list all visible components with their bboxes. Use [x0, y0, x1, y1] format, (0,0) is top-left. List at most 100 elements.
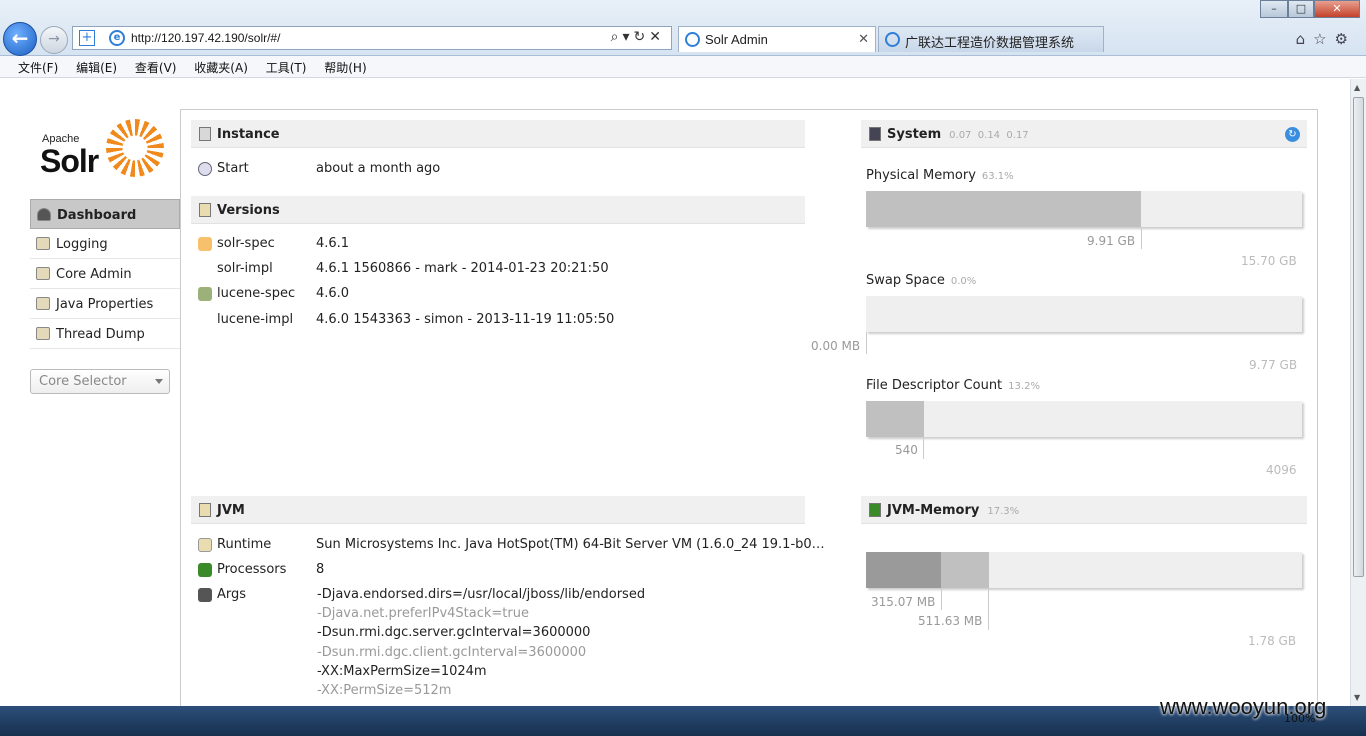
jvm-memory-max: 1.78 GB	[1248, 634, 1297, 648]
file-descriptor-tick	[923, 437, 924, 459]
swap-space-title: Swap Space 0.0%	[866, 273, 977, 288]
refresh-icon[interactable]: ↻	[1285, 127, 1300, 142]
url-text[interactable]: http://120.197.42.190/solr/#/	[131, 31, 280, 45]
file-descriptor-used: 540	[895, 443, 918, 457]
jvm-memory-committed-tick	[988, 588, 989, 630]
memory-chip-icon	[869, 503, 881, 517]
jvm-runtime-row: Runtime Sun Microsystems Inc. Java HotSp…	[191, 537, 825, 555]
jvm-icon	[199, 503, 211, 517]
instance-start-row: Start about a month ago	[191, 161, 805, 179]
java-properties-icon	[36, 297, 50, 310]
swap-space-used: 0.00 MB	[811, 339, 861, 353]
version-row: lucene-spec 4.6.0	[191, 286, 805, 304]
version-value: 4.6.0	[316, 286, 350, 301]
core-admin-icon	[36, 267, 50, 280]
maximize-button[interactable]: □	[1288, 0, 1314, 18]
sidebar-item-thread-dump[interactable]: Thread Dump	[30, 319, 180, 349]
version-row: solr-impl 4.6.1 1560866 - mark - 2014-01…	[191, 261, 805, 279]
version-label: lucene-spec	[217, 286, 296, 301]
tab-guanglianda[interactable]: 广联达工程造价数据管理系统	[878, 26, 1104, 52]
jvm-processors-row: Processors 8	[191, 562, 805, 580]
tab-solr-admin[interactable]: Solr Admin ✕	[678, 26, 876, 52]
jvm-arg: -Djava.endorsed.dirs=/usr/local/jboss/li…	[317, 587, 646, 602]
sidebar-item-java-properties[interactable]: Java Properties	[30, 289, 180, 319]
back-button[interactable]: ←	[3, 22, 37, 56]
versions-title: Versions	[217, 203, 280, 218]
ie-tab-icon	[885, 32, 900, 47]
swap-space-bar	[866, 296, 1302, 332]
scroll-up-icon[interactable]: ▲	[1354, 83, 1360, 92]
versions-header: Versions	[191, 196, 805, 224]
processors-value: 8	[316, 562, 325, 577]
jvm-header: JVM	[191, 496, 805, 524]
instance-header: Instance	[191, 120, 805, 148]
runtime-value: Sun Microsystems Inc. Java HotSpot(TM) 6…	[316, 537, 825, 552]
versions-icon	[199, 203, 211, 217]
sidebar-item-dashboard[interactable]: Dashboard	[30, 199, 180, 229]
ie-tab-icon	[685, 32, 700, 47]
scrollbar-thumb[interactable]	[1353, 97, 1364, 577]
sidebar-item-label: Logging	[56, 237, 108, 252]
sidebar-nav: Dashboard Logging Core Admin Java Proper…	[30, 199, 180, 349]
swap-space-total: 9.77 GB	[1249, 358, 1298, 372]
ie-page-icon: e	[109, 30, 125, 46]
physical-memory-title: Physical Memory 63.1%	[866, 168, 1014, 183]
file-descriptor-total: 4096	[1266, 463, 1297, 477]
clock-icon	[198, 162, 212, 176]
core-selector[interactable]: Core Selector	[30, 369, 170, 394]
chevron-down-icon	[155, 379, 163, 384]
system-monitor-icon	[869, 127, 881, 141]
physical-memory-total: 15.70 GB	[1241, 254, 1297, 268]
menu-tools[interactable]: 工具(T)	[266, 61, 307, 75]
minimize-button[interactable]: –	[1260, 0, 1288, 18]
scroll-down-icon[interactable]: ▼	[1354, 693, 1360, 702]
version-value: 4.6.1 1560866 - mark - 2014-01-23 20:21:…	[316, 261, 609, 276]
jvm-arg: -Djava.net.preferIPv4Stack=true	[317, 606, 529, 621]
version-value: 4.6.1	[316, 236, 350, 251]
close-window-button[interactable]: ✕	[1314, 0, 1360, 18]
zoom-level[interactable]: 100%	[1284, 712, 1315, 725]
runtime-label: Runtime	[217, 537, 272, 552]
home-star-gear-icons[interactable]: ⌂☆⚙	[1296, 30, 1356, 48]
solr-logo[interactable]: Apache Solr	[40, 119, 170, 179]
file-descriptor-fill	[866, 401, 924, 437]
file-descriptor-bar	[866, 401, 1302, 437]
jvm-memory-title: JVM-Memory	[887, 503, 980, 518]
page-scrollbar[interactable]: ▲ ▼	[1350, 79, 1366, 706]
version-row: lucene-impl 4.6.0 1543363 - simon - 2013…	[191, 312, 805, 330]
version-label: lucene-impl	[217, 312, 294, 327]
menu-file[interactable]: 文件(F)	[18, 61, 58, 75]
logo-solr-text: Solr	[40, 143, 99, 179]
sidebar-item-core-admin[interactable]: Core Admin	[30, 259, 180, 289]
jvm-arg: -Dsun.rmi.dgc.server.gcInterval=3600000	[317, 625, 591, 640]
java-cup-icon	[198, 538, 212, 552]
file-descriptor-title: File Descriptor Count 13.2%	[866, 378, 1040, 393]
jvm-arg: -XX:PermSize=512m	[317, 683, 452, 698]
menu-view[interactable]: 查看(V)	[135, 61, 177, 75]
jvm-memory-bar	[866, 552, 1302, 588]
jvm-memory-committed: 511.63 MB	[918, 614, 983, 628]
args-label: Args	[217, 587, 247, 602]
page-viewport: Apache Solr Dashboard Logging Core Admin…	[0, 79, 1350, 709]
tab-title: 广联达工程造价数据管理系统	[905, 35, 1075, 50]
forward-button[interactable]: →	[40, 26, 68, 54]
jvm-arg: -Dsun.rmi.dgc.client.gcInterval=3600000	[317, 645, 587, 660]
jvm-arg: -XX:MaxPermSize=1024m	[317, 664, 487, 679]
system-title: System	[887, 127, 942, 142]
sidebar-item-logging[interactable]: Logging	[30, 229, 180, 259]
close-tab-icon[interactable]: ✕	[858, 31, 869, 47]
menu-help[interactable]: 帮助(H)	[324, 61, 366, 75]
address-tools-icon[interactable]: ⌕▾↻✕	[611, 29, 665, 45]
menu-edit[interactable]: 编辑(E)	[76, 61, 117, 75]
menu-favorites[interactable]: 收藏夹(A)	[194, 61, 248, 75]
logging-icon	[36, 237, 50, 250]
physical-memory-tick	[1141, 227, 1142, 249]
compat-view-icon[interactable]: +	[79, 30, 95, 46]
address-bar[interactable]: + e http://120.197.42.190/solr/#/ ⌕▾↻✕	[72, 26, 672, 50]
system-header: System 0.07 0.14 0.17	[861, 120, 1307, 148]
thread-dump-icon	[36, 327, 50, 340]
jvm-memory-used: 315.07 MB	[871, 595, 936, 609]
sidebar-item-label: Thread Dump	[56, 327, 145, 342]
physical-memory-fill	[866, 191, 1142, 227]
version-row: solr-spec 4.6.1	[191, 236, 805, 254]
